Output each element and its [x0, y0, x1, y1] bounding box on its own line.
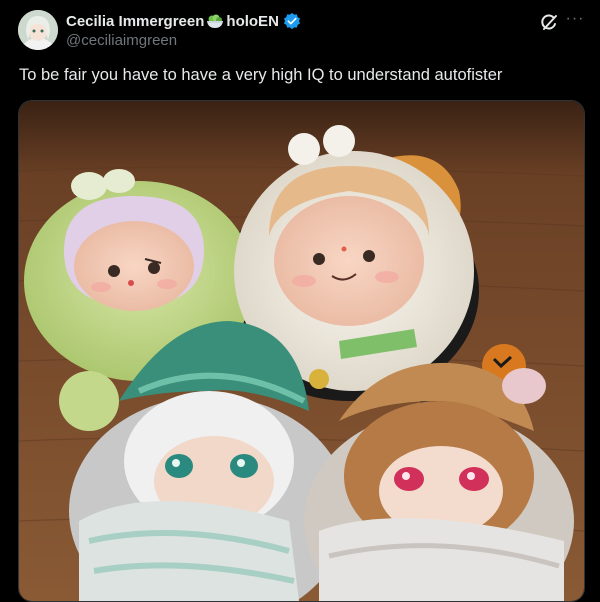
author-name-row[interactable]: Cecilia Immergreen holoEN — [66, 11, 301, 31]
avatar-image — [18, 10, 58, 50]
author-avatar[interactable] — [18, 10, 58, 50]
author-display-name[interactable]: Cecilia Immergreen — [66, 13, 204, 30]
author-name-suffix[interactable]: holoEN — [226, 13, 279, 30]
tweet-text: To be fair you have to have a very high … — [19, 66, 503, 84]
plush-dolls-photo — [19, 101, 584, 601]
more-options-icon: ··· — [565, 10, 585, 27]
grok-button[interactable] — [538, 12, 560, 34]
verified-badge-icon[interactable] — [283, 12, 301, 30]
more-options-button[interactable]: ··· — [564, 10, 586, 32]
salad-bowl-icon — [207, 14, 224, 28]
tweet-media-photo[interactable] — [18, 100, 585, 602]
grok-icon — [541, 14, 557, 30]
author-handle[interactable]: @ceciliaimgreen — [66, 32, 177, 49]
